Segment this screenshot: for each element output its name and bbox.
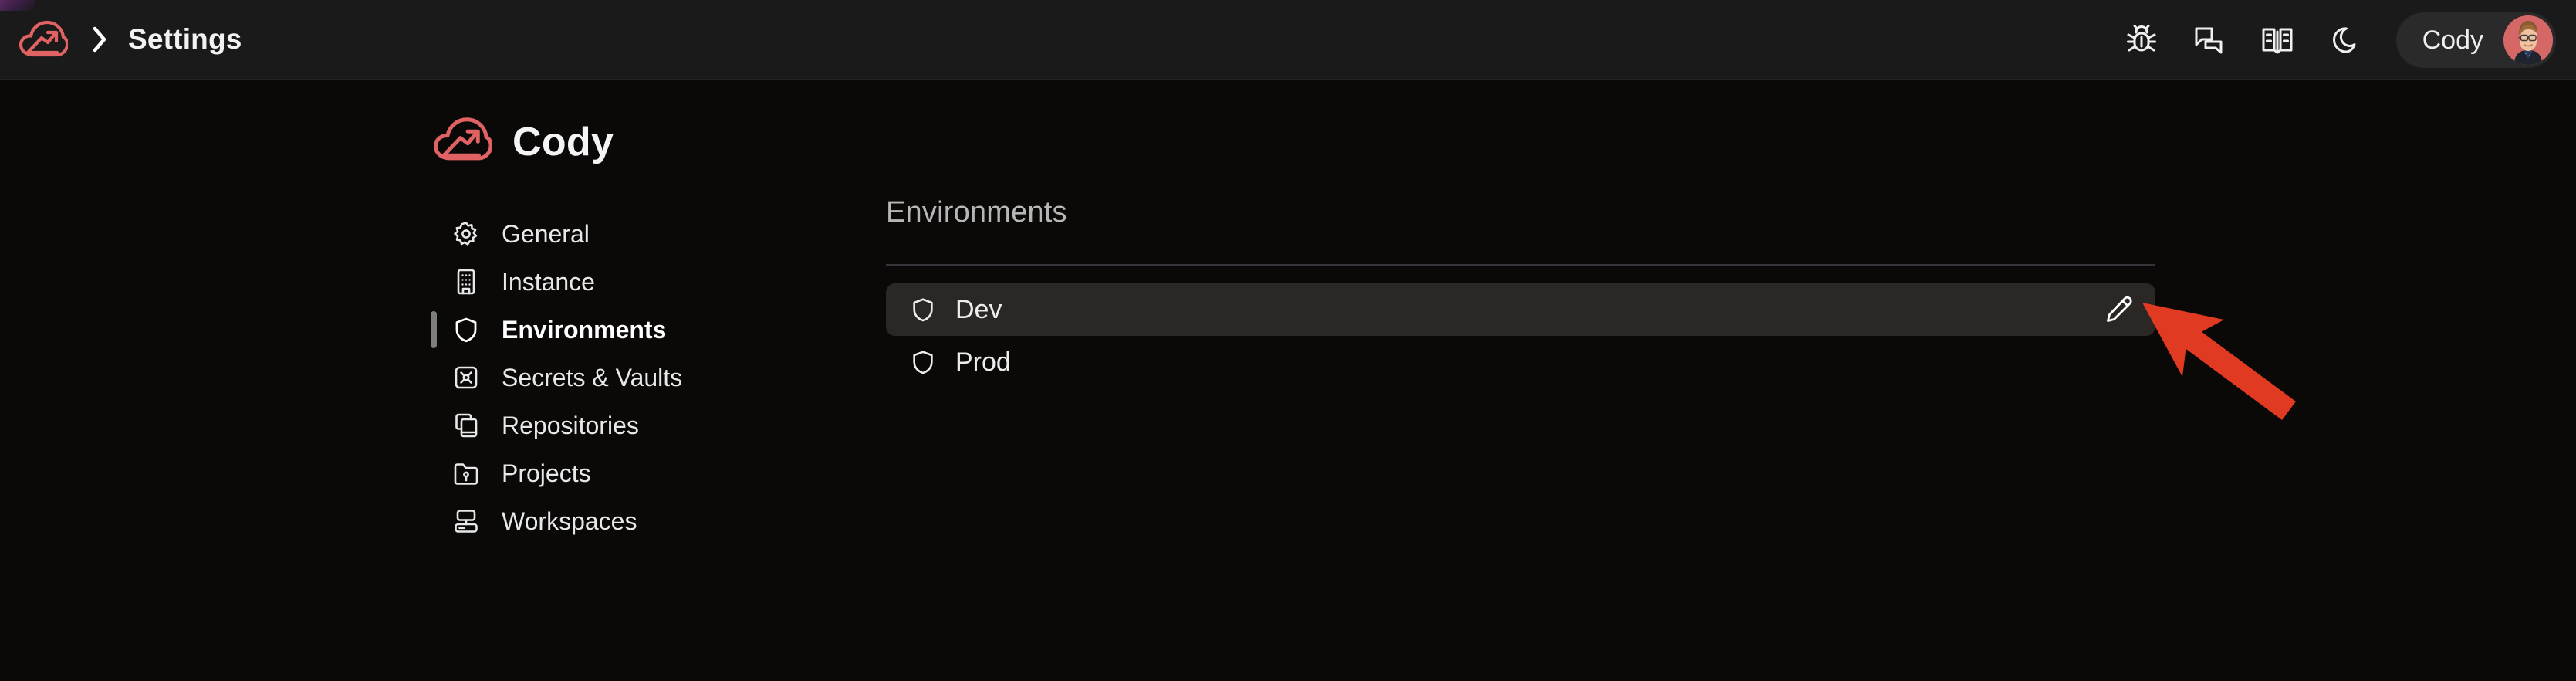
shield-icon	[908, 347, 938, 378]
page-body: Cody General Instance Environments Secre…	[0, 80, 2576, 681]
moon-icon[interactable]	[2311, 6, 2379, 74]
sidebar-item-instance[interactable]: Instance	[432, 258, 764, 306]
server-icon	[451, 506, 482, 537]
copy-icon	[451, 410, 482, 441]
sidebar-item-label: Repositories	[502, 411, 639, 439]
user-menu-button[interactable]: Cody	[2395, 12, 2556, 68]
sidebar-item-projects[interactable]: Projects	[432, 449, 764, 497]
environment-row-dev[interactable]: Dev	[886, 283, 2155, 336]
building-icon	[451, 266, 482, 297]
shield-icon	[908, 294, 938, 325]
sidebar-item-label: Projects	[502, 459, 591, 487]
page-title: Cody	[432, 116, 614, 168]
sidebar-item-label: Secrets & Vaults	[502, 363, 683, 391]
bug-icon[interactable]	[2108, 6, 2175, 74]
environment-row-prod[interactable]: Prod	[886, 336, 2155, 388]
key-box-icon	[451, 362, 482, 393]
book-icon[interactable]	[2243, 6, 2311, 74]
gear-icon	[451, 219, 482, 249]
sidebar-item-repositories[interactable]: Repositories	[432, 401, 764, 449]
sidebar-item-workspaces[interactable]: Workspaces	[432, 497, 764, 545]
section-divider	[886, 264, 2155, 266]
sidebar-item-label: General	[502, 219, 590, 248]
user-name: Cody	[2422, 25, 2483, 55]
environment-name: Prod	[955, 347, 1011, 377]
window-corner-tint	[0, 0, 35, 11]
environments-panel: Environments Dev Prod	[886, 196, 2159, 388]
header-actions: Cody	[2108, 0, 2556, 80]
breadcrumb[interactable]: Settings	[128, 23, 242, 56]
cloud-arrow-logo-icon[interactable]	[15, 16, 71, 63]
shield-icon	[451, 314, 482, 345]
chevron-right-icon	[88, 24, 111, 55]
edit-environment-button[interactable]	[2100, 290, 2138, 329]
folder-key-icon	[451, 458, 482, 489]
app-header: Settings Cody	[0, 0, 2576, 80]
page-title-label: Cody	[512, 119, 614, 164]
sidebar-item-label: Instance	[502, 267, 595, 296]
chat-bubbles-icon[interactable]	[2175, 6, 2243, 74]
cloud-arrow-logo-icon	[432, 116, 493, 168]
environment-name: Dev	[955, 294, 1002, 324]
active-indicator	[431, 311, 437, 348]
sidebar-item-label: Environments	[502, 315, 667, 344]
sidebar-item-label: Workspaces	[502, 507, 637, 535]
settings-sidebar: General Instance Environments Secrets & …	[431, 210, 764, 545]
sidebar-item-general[interactable]: General	[432, 210, 764, 258]
sidebar-item-environments[interactable]: Environments	[431, 306, 764, 354]
section-heading: Environments	[886, 196, 1067, 229]
user-avatar	[2503, 15, 2553, 65]
environments-list: Dev Prod	[886, 283, 2159, 388]
sidebar-item-secrets-and-vaults[interactable]: Secrets & Vaults	[432, 354, 764, 401]
